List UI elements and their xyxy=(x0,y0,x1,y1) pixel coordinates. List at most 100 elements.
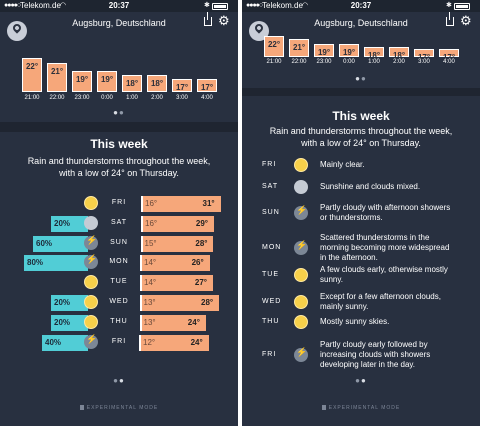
temp-range-bar: 14° 27° xyxy=(140,275,213,292)
day-row-sun[interactable]: 60% SUN 15° 28° xyxy=(0,235,238,252)
day-row-fri[interactable]: FRI 16° 31° xyxy=(0,195,238,212)
precip-badge: 20% xyxy=(51,314,88,331)
week-summary-line1: Rain and thunderstorms throughout the we… xyxy=(269,126,453,136)
bluetooth-icon: ✱ xyxy=(446,2,452,9)
low-temp: 14° xyxy=(144,258,157,268)
forecast-description: Except for a few afternoon clouds, mainly… xyxy=(320,292,476,312)
sun-icon xyxy=(294,315,308,329)
forecast-description-line: sunny. xyxy=(320,275,343,284)
clock: 20:37 xyxy=(108,1,130,10)
thunderstorm-icon xyxy=(84,334,98,349)
temp-range-bar: 15° 28° xyxy=(140,235,214,252)
forecast-description: Mostly sunny skies. xyxy=(320,317,476,327)
week-summary: Rain and thunderstorms throughout the we… xyxy=(242,125,480,149)
low-temp: 16° xyxy=(145,218,158,228)
day-row-wed[interactable]: 20% WED 13° 28° xyxy=(0,294,238,311)
forecast-description-line: Mainly clear. xyxy=(320,160,365,169)
sun-icon xyxy=(84,196,98,210)
day-name: SUN xyxy=(110,238,128,246)
battery-icon xyxy=(212,3,228,10)
page-indicator[interactable]: ●● xyxy=(242,74,480,83)
forecast-description: Sunshine and clouds mixed. xyxy=(320,182,476,192)
hour-temp-bar: 21° xyxy=(47,62,67,92)
weather-screen-graph: ●●●●○ Telekom.de ◠ 20:37 ✱ Augsburg, Deu… xyxy=(0,0,238,426)
gear-icon[interactable]: ⚙ xyxy=(218,14,230,27)
forecast-description: Scattered thunderstorms in the morning be… xyxy=(320,233,476,263)
gear-icon[interactable]: ⚙ xyxy=(460,14,472,27)
day-row-mon[interactable]: 80% MON 14° 26° xyxy=(0,254,238,272)
hour-label: 22:00 xyxy=(49,95,65,101)
status-bar: ●●●●○ Telekom.de ◠ 20:37 ✱ xyxy=(0,0,238,12)
hour-temp-bar: 17° xyxy=(414,49,434,62)
forecast-description: A few clouds early, otherwise mostly sunn… xyxy=(320,265,476,285)
page-indicator[interactable]: ●● xyxy=(0,376,238,385)
location-title: Augsburg, Deutschland xyxy=(72,18,166,28)
hour-label: 4:00 xyxy=(201,95,213,101)
week-summary-line1: Rain and thunderstorms throughout the we… xyxy=(27,156,211,166)
app-header: Augsburg, Deutschland ⚙ xyxy=(242,12,480,41)
day-name: THU xyxy=(110,317,128,325)
week-summary: Rain and thunderstorms throughout the we… xyxy=(0,155,238,179)
hour-label: 23:00 xyxy=(316,59,332,65)
beaker-icon xyxy=(79,405,84,410)
high-temp: 28° xyxy=(195,238,208,248)
day-name: SAT xyxy=(262,183,279,190)
share-icon[interactable] xyxy=(204,12,212,26)
hour-temp-bar: 19° xyxy=(314,44,334,57)
day-name: SUN xyxy=(262,209,280,216)
forecast-description-line: or thunderstorms. xyxy=(320,213,383,222)
hour-temp-bar: 22° xyxy=(22,58,42,92)
share-icon[interactable] xyxy=(446,12,454,26)
partly-cloudy-icon xyxy=(84,215,98,230)
day-name: MON xyxy=(109,258,129,266)
day-name: SAT xyxy=(110,218,128,226)
precip-badge: 40% xyxy=(42,334,88,351)
battery-icon xyxy=(454,3,470,10)
thunderstorm-icon xyxy=(84,254,98,270)
day-name: FRI xyxy=(262,161,277,168)
low-temp: 12° xyxy=(143,337,156,347)
hour-temp-bar: 18° xyxy=(122,75,142,92)
hour-label: 2:00 xyxy=(151,95,163,101)
sun-icon xyxy=(84,275,98,290)
hour-temp-bar: 19° xyxy=(97,71,117,92)
hour-label: 2:00 xyxy=(393,59,405,65)
low-temp: 16° xyxy=(145,199,158,208)
hour-label: 1:00 xyxy=(126,95,138,101)
day-row-sat[interactable]: 20% SAT 16° 29° xyxy=(0,215,238,232)
forecast-description-line: Partly cloudy early followed by xyxy=(320,340,428,349)
high-temp: 31° xyxy=(202,199,215,208)
day-row-fri[interactable]: 40% FRI 12° 24° xyxy=(0,334,238,351)
experimental-mode-label[interactable]: EXPERIMENTAL MODE xyxy=(242,405,480,411)
low-temp: 14° xyxy=(144,278,157,288)
page-indicator[interactable]: ●● xyxy=(0,108,238,117)
day-name: THU xyxy=(262,318,280,325)
hourly-chart: 22° 21:00 21° 22:00 19° 23:00 19° 0:00 18° 1:00 18… xyxy=(0,54,238,104)
sun-icon xyxy=(84,295,98,309)
hour-temp-bar: 17° xyxy=(197,79,217,92)
thunderstorm-icon xyxy=(84,235,98,250)
thunderstorm-icon xyxy=(294,205,308,220)
high-temp: 24° xyxy=(187,317,200,327)
forecast-description-line: Except for a few afternoon clouds, xyxy=(320,292,441,301)
page-indicator[interactable]: ●● xyxy=(242,376,480,385)
divider xyxy=(0,122,238,132)
hour-temp-bar: 17° xyxy=(172,79,192,92)
hour-label: 21:00 xyxy=(266,59,282,65)
hour-temp-bar: 19° xyxy=(339,44,359,57)
day-row-thu[interactable]: 20% THU 13° 24° xyxy=(0,314,238,331)
week-title: This week xyxy=(90,137,148,151)
sun-icon xyxy=(294,268,308,282)
day-row-tue[interactable]: TUE 14° 27° xyxy=(0,274,238,292)
hour-temp-bar: 22° xyxy=(264,36,284,57)
experimental-mode-label[interactable]: EXPERIMENTAL MODE xyxy=(0,405,238,411)
day-name: FRI xyxy=(111,337,127,345)
temp-range-bar: 16° 31° xyxy=(141,196,221,212)
thunderstorm-icon xyxy=(294,240,308,255)
forecast-description: Mainly clear. xyxy=(320,160,476,170)
forecast-description-line: mainly sunny. xyxy=(320,302,369,311)
hour-label: 1:00 xyxy=(368,59,380,65)
day-name: FRI xyxy=(111,199,127,206)
day-name: MON xyxy=(262,244,282,251)
low-temp: 13° xyxy=(143,317,156,327)
